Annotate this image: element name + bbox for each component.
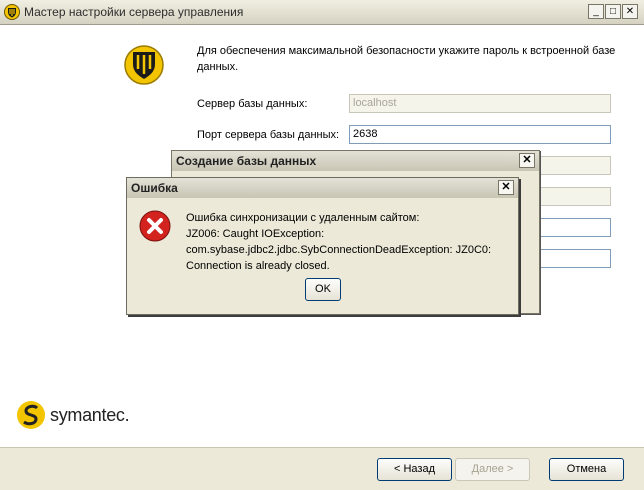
back-button[interactable]: < Назад — [377, 458, 452, 481]
error-message: Ошибка синхронизации с удаленным сайтом:… — [186, 210, 506, 274]
db-port-field[interactable]: 2638 — [349, 125, 611, 144]
error-line: Ошибка синхронизации с удаленным сайтом: — [186, 212, 420, 224]
db-server-label: Сервер базы данных: — [197, 98, 308, 110]
create-database-title: Создание базы данных — [176, 154, 317, 168]
wizard-button-bar: < Назад Далее > Отмена — [0, 447, 644, 490]
symantec-shield-icon — [4, 4, 20, 20]
next-button[interactable]: Далее > — [455, 458, 530, 481]
error-line: Connection is already closed. — [186, 260, 330, 272]
ok-button[interactable]: OK — [305, 278, 341, 301]
cancel-button[interactable]: Отмена — [549, 458, 624, 481]
symantec-brand: symantec. — [16, 400, 130, 430]
create-database-close-button[interactable]: ✕ — [519, 153, 535, 168]
brand-name: symantec. — [50, 404, 130, 425]
create-database-titlebar[interactable]: Создание базы данных ✕ — [172, 151, 539, 171]
error-dialog: Ошибка ✕ Ошибка синхронизации с удаленны… — [126, 177, 519, 315]
minimize-button[interactable]: _ — [588, 4, 604, 19]
window-titlebar[interactable]: Мастер настройки сервера управления _ □ … — [0, 0, 644, 25]
db-server-field[interactable]: localhost — [349, 94, 611, 113]
error-dialog-title: Ошибка — [131, 181, 178, 195]
intro-text: Для обеспечения максимальной безопасност… — [197, 45, 616, 73]
symantec-logo-icon — [17, 401, 45, 429]
db-port-label: Порт сервера базы данных: — [197, 129, 340, 141]
window-title: Мастер настройки сервера управления — [24, 5, 244, 19]
symantec-logo-shield-icon — [124, 45, 164, 85]
error-line: com.sybase.jdbc2.jdbc.SybConnectionDeadE… — [186, 244, 492, 256]
error-dialog-titlebar[interactable]: Ошибка ✕ — [127, 178, 518, 198]
error-icon — [139, 210, 171, 242]
maximize-button[interactable]: □ — [605, 4, 621, 19]
close-button[interactable]: ✕ — [622, 4, 638, 19]
error-dialog-close-button[interactable]: ✕ — [498, 180, 514, 195]
error-line: JZ006: Caught IOException: — [186, 228, 325, 240]
